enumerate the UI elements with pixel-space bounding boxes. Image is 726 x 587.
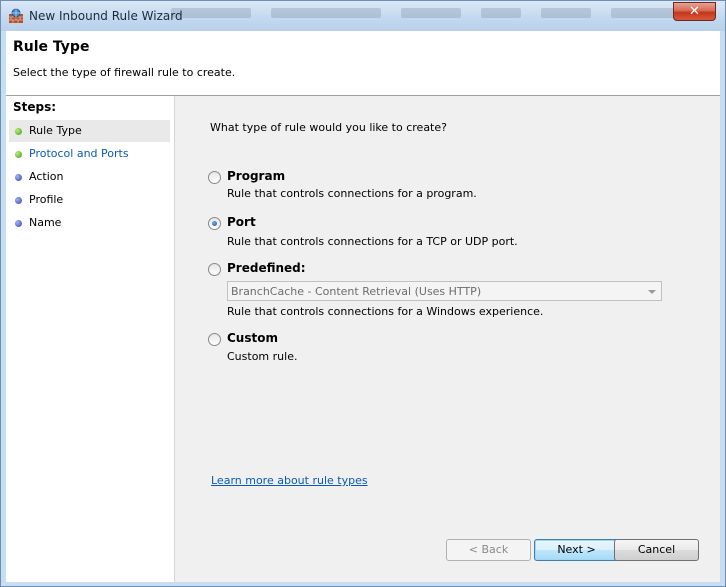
background-window-strip xyxy=(171,1,691,25)
next-button[interactable]: Next > xyxy=(534,539,619,561)
port-option-description: Rule that controls connections for a TCP… xyxy=(227,235,518,248)
step-label: Action xyxy=(29,170,64,183)
predefined-option-description: Rule that controls connections for a Win… xyxy=(227,305,544,318)
custom-option-description: Custom rule. xyxy=(227,350,298,363)
program-radio[interactable] xyxy=(208,171,221,184)
page-subtitle: Select the type of firewall rule to crea… xyxy=(13,66,236,79)
steps-label: Steps: xyxy=(13,100,57,114)
step-status-icon xyxy=(15,197,22,204)
custom-option-label[interactable]: Custom xyxy=(227,331,278,345)
program-option-label[interactable]: Program xyxy=(227,169,285,183)
step-label: Rule Type xyxy=(29,124,82,137)
back-button[interactable]: < Back xyxy=(446,539,531,561)
step-protocol-and-ports[interactable]: Protocol and Ports xyxy=(9,143,170,165)
page-title: Rule Type xyxy=(13,39,90,55)
firewall-icon xyxy=(9,8,23,23)
steps-pane: Steps: Rule Type Protocol and Ports Acti… xyxy=(6,96,175,582)
step-action: Action xyxy=(9,166,170,188)
custom-radio[interactable] xyxy=(208,333,221,346)
step-profile: Profile xyxy=(9,189,170,211)
cancel-button[interactable]: Cancel xyxy=(614,539,699,561)
predefined-radio[interactable] xyxy=(208,263,221,276)
learn-more-link[interactable]: Learn more about rule types xyxy=(211,474,368,487)
step-status-icon xyxy=(15,220,22,227)
port-radio[interactable] xyxy=(208,217,221,230)
rule-type-question: What type of rule would you like to crea… xyxy=(210,121,447,134)
close-icon: ✕ xyxy=(689,4,700,19)
predefined-select-value: BranchCache - Content Retrieval (Uses HT… xyxy=(231,285,482,298)
step-label[interactable]: Protocol and Ports xyxy=(29,147,129,160)
main-pane: What type of rule would you like to crea… xyxy=(175,96,720,582)
step-rule-type: Rule Type xyxy=(9,120,170,142)
step-status-icon xyxy=(15,174,22,181)
predefined-select[interactable]: BranchCache - Content Retrieval (Uses HT… xyxy=(227,281,662,301)
close-button[interactable]: ✕ xyxy=(673,2,716,21)
step-name: Name xyxy=(9,212,170,234)
chevron-down-icon xyxy=(648,290,656,294)
wizard-header: Rule Type Select the type of firewall ru… xyxy=(6,31,720,96)
window-title: New Inbound Rule Wizard xyxy=(29,9,183,23)
step-label: Profile xyxy=(29,193,64,206)
step-status-icon xyxy=(15,151,22,158)
title-bar[interactable]: New Inbound Rule Wizard ✕ xyxy=(1,1,725,31)
step-label: Name xyxy=(29,216,62,229)
wizard-window: New Inbound Rule Wizard ✕ Rule Type Sele… xyxy=(0,0,726,587)
port-option-label[interactable]: Port xyxy=(227,215,256,229)
predefined-option-label[interactable]: Predefined: xyxy=(227,261,306,275)
program-option-description: Rule that controls connections for a pro… xyxy=(227,187,477,200)
step-status-icon xyxy=(15,128,22,135)
